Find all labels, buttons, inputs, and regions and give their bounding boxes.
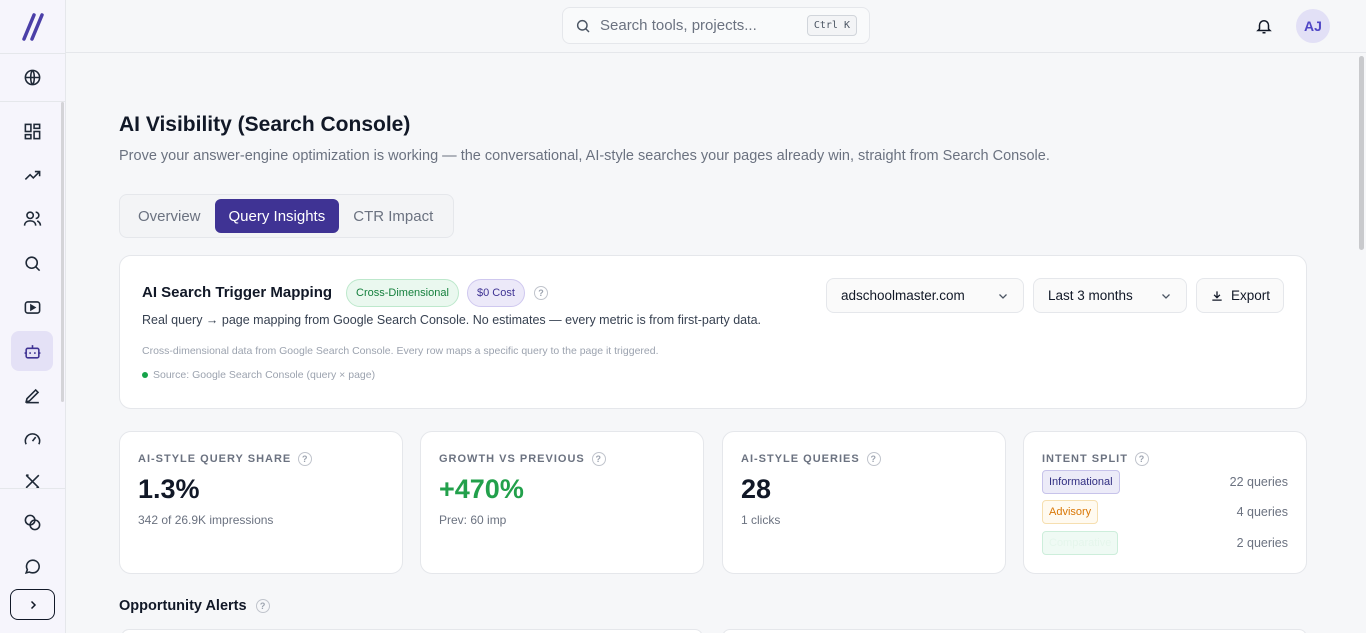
search-icon	[24, 255, 40, 271]
stat-value: 1.3%	[138, 474, 200, 504]
sidebar-expand-button[interactable]	[10, 589, 55, 620]
gauge-icon	[24, 432, 40, 445]
export-button[interactable]: Export	[1196, 278, 1284, 313]
intent-count: 2 queries	[1236, 536, 1288, 550]
sidebar-item-tools[interactable]	[11, 461, 53, 501]
domain-select-value: adschoolmaster.com	[841, 288, 965, 303]
page-title: AI Visibility (Search Console)	[119, 113, 411, 136]
date-range-value: Last 3 months	[1048, 288, 1133, 303]
sidebar-item-editor[interactable]	[11, 375, 53, 415]
stat-card-query-share: AI-STYLE QUERY SHARE? 1.3% 342 of 26.9K …	[119, 431, 403, 574]
card-note: Cross-dimensional data from Google Searc…	[142, 345, 659, 357]
cost-badge: $0 Cost	[467, 279, 525, 307]
pen-icon	[24, 388, 39, 403]
export-label: Export	[1230, 288, 1271, 303]
logo-icon	[22, 12, 44, 41]
dashboard-icon	[24, 123, 40, 139]
logo[interactable]	[0, 0, 66, 53]
sidebar	[0, 0, 66, 633]
search-shortcut: Ctrl K	[806, 15, 857, 36]
avatar[interactable]: AJ	[1296, 9, 1330, 43]
data-source: Source: Google Search Console (query × p…	[142, 369, 375, 381]
status-dot-icon	[142, 372, 148, 378]
chat-icon	[24, 558, 40, 574]
stat-label: INTENT SPLIT?	[1042, 452, 1149, 466]
intent-row: Comparative 2 queries	[1042, 531, 1288, 555]
sidebar-item-users[interactable]	[11, 198, 53, 238]
topbar: Search tools, projects... Ctrl K AJ	[66, 0, 1366, 53]
trigger-mapping-card: AI Search Trigger Mapping Cross-Dimensio…	[119, 255, 1307, 409]
intent-count: 22 queries	[1229, 475, 1288, 489]
stat-card-growth: GROWTH VS PREVIOUS? +470% Prev: 60 imp	[420, 431, 704, 574]
card-description: Real query → page mapping from Google Se…	[142, 313, 762, 327]
chevron-right-icon	[30, 600, 36, 609]
page-scrollbar[interactable]	[1359, 56, 1364, 250]
sidebar-item-search[interactable]	[11, 243, 53, 283]
date-range-select[interactable]: Last 3 months	[1033, 278, 1187, 313]
bell-icon	[1256, 20, 1272, 34]
sidebar-item-dashboard[interactable]	[11, 111, 53, 151]
stat-label: AI-STYLE QUERY SHARE?	[138, 452, 313, 466]
intent-row: Informational 22 queries	[1042, 470, 1288, 494]
card-title: AI Search Trigger Mapping	[142, 284, 333, 301]
alert-card	[722, 629, 1307, 633]
search-icon	[576, 19, 590, 33]
tab-bar: Overview Query Insights CTR Impact	[119, 194, 454, 238]
video-icon	[24, 300, 40, 314]
chevron-down-icon	[1162, 293, 1170, 299]
page-subtitle: Prove your answer-engine optimization is…	[119, 148, 1050, 164]
stat-card-ai-queries: AI-STYLE QUERIES? 28 1 clicks	[722, 431, 1006, 574]
stat-label: AI-STYLE QUERIES?	[741, 452, 881, 466]
sidebar-item-speed[interactable]	[11, 419, 53, 459]
sidebar-item-billing[interactable]	[11, 502, 53, 542]
sidebar-item-chat[interactable]	[11, 546, 53, 586]
domain-select[interactable]: adschoolmaster.com	[826, 278, 1024, 313]
sidebar-item-ai-bot[interactable]	[11, 331, 53, 371]
search-placeholder: Search tools, projects...	[600, 17, 757, 34]
intent-row: Advisory 4 queries	[1042, 500, 1288, 524]
coins-icon	[24, 514, 40, 530]
trending-up-icon	[24, 170, 40, 180]
download-icon	[1212, 290, 1222, 301]
sidebar-scrollbar[interactable]	[61, 102, 64, 402]
notifications-button[interactable]	[1255, 16, 1273, 41]
sidebar-item-globe[interactable]	[11, 57, 53, 97]
global-search[interactable]: Search tools, projects... Ctrl K	[562, 7, 870, 44]
sidebar-item-trends[interactable]	[11, 155, 53, 195]
alert-card	[121, 629, 703, 633]
tab-ctr-impact[interactable]: CTR Impact	[339, 199, 447, 233]
cross-dimensional-badge: Cross-Dimensional	[346, 279, 459, 307]
help-icon[interactable]: ?	[866, 452, 881, 466]
help-icon[interactable]: ?	[591, 452, 606, 466]
sidebar-item-video[interactable]	[11, 287, 53, 327]
intent-chip-informational: Informational	[1042, 470, 1120, 494]
stat-sub: 1 clicks	[741, 513, 781, 527]
bot-icon	[24, 344, 40, 359]
stat-label: GROWTH VS PREVIOUS?	[439, 452, 606, 466]
tab-overview[interactable]: Overview	[124, 199, 215, 233]
stat-sub: Prev: 60 imp	[439, 513, 507, 527]
tab-query-insights[interactable]: Query Insights	[214, 199, 340, 233]
help-icon[interactable]: ?	[1134, 452, 1149, 466]
help-icon[interactable]: ?	[255, 599, 270, 613]
data-source-label: Source: Google Search Console (query × p…	[153, 369, 376, 381]
globe-icon	[24, 69, 40, 85]
help-icon[interactable]: ?	[298, 452, 313, 466]
intent-chip-comparative: Comparative	[1042, 531, 1119, 555]
opportunity-alerts-heading: Opportunity Alerts ?	[119, 598, 270, 614]
stat-sub: 342 of 26.9K impressions	[138, 513, 274, 527]
stat-card-intent-split: INTENT SPLIT? Informational 22 queries A…	[1023, 431, 1307, 574]
stat-value: +470%	[439, 474, 524, 504]
chevron-down-icon	[999, 293, 1007, 299]
stat-value: 28	[741, 474, 772, 504]
help-icon[interactable]: ?	[534, 286, 548, 300]
intent-count: 4 queries	[1236, 505, 1288, 519]
intent-chip-advisory: Advisory	[1042, 500, 1099, 524]
users-icon	[23, 210, 41, 226]
